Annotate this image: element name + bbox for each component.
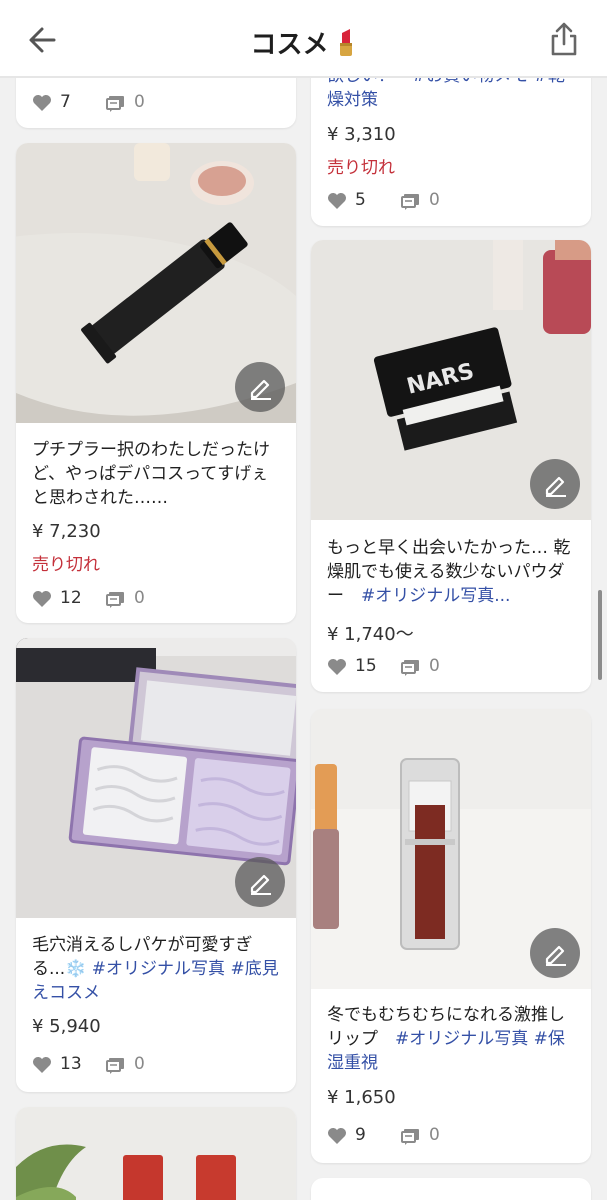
product-image[interactable] <box>16 1107 296 1200</box>
product-image[interactable] <box>16 143 296 423</box>
edit-button[interactable] <box>530 459 580 509</box>
product-description: 冬でもむちむちになれる激推しリップ #オリジナル写真 #保湿重視 <box>327 1003 577 1075</box>
comment-icon[interactable] <box>401 193 421 211</box>
hashtag-link[interactable]: #オリジナル写真... <box>361 586 510 606</box>
heart-icon[interactable] <box>32 590 52 608</box>
pencil-icon <box>250 874 271 895</box>
product-card[interactable] <box>16 1107 296 1200</box>
like-count: 5 <box>355 190 366 210</box>
pencil-icon <box>250 379 271 400</box>
comment-icon[interactable] <box>106 1057 126 1075</box>
header-divider <box>0 76 607 78</box>
edit-button[interactable] <box>235 857 285 907</box>
comment-count: 0 <box>134 588 145 608</box>
heart-icon[interactable] <box>327 658 347 676</box>
page-title-text: コスメ <box>250 30 329 60</box>
like-count: 7 <box>60 92 71 112</box>
product-description: 毛穴消えるしパケが可愛すぎる...❄️ #オリジナル写真 #底見えコスメ <box>32 933 282 1005</box>
comment-count: 0 <box>429 1125 440 1145</box>
product-card[interactable] <box>311 1178 591 1200</box>
lipstick-emoji-icon <box>339 29 352 56</box>
app-header: コスメ <box>0 0 607 76</box>
like-count: 12 <box>60 588 82 608</box>
comment-count: 0 <box>134 92 145 112</box>
heart-icon[interactable] <box>327 1127 347 1145</box>
product-card[interactable]: プチプラー択のわたしだったけど、やっぱデパコスってすげぇと思わされた…… ¥ 7… <box>16 143 296 623</box>
hashtag-link[interactable]: #オリジナル写真 <box>395 1029 528 1049</box>
like-count: 15 <box>355 656 377 676</box>
product-card[interactable]: 冬でもむちむちになれる激推しリップ #オリジナル写真 #保湿重視 ¥ 1,650… <box>311 709 591 1163</box>
heart-icon[interactable] <box>32 94 52 112</box>
comment-icon[interactable] <box>106 591 126 609</box>
soldout-label: 売り切れ <box>32 555 100 575</box>
comment-icon[interactable] <box>106 95 126 113</box>
pencil-icon <box>545 476 566 497</box>
edit-button[interactable] <box>530 928 580 978</box>
soldout-label: 売り切れ <box>327 158 395 178</box>
product-price: ¥ 3,310 <box>327 124 396 145</box>
heart-icon[interactable] <box>327 192 347 210</box>
page-title: コスメ <box>0 24 607 61</box>
like-count: 9 <box>355 1125 366 1145</box>
product-price: ¥ 1,740〜 <box>327 624 414 645</box>
heart-icon[interactable] <box>32 1056 52 1074</box>
scrollbar[interactable] <box>598 590 602 680</box>
product-image[interactable] <box>311 709 591 989</box>
product-price: ¥ 5,940 <box>32 1016 101 1037</box>
product-image[interactable] <box>16 638 296 918</box>
comment-icon[interactable] <box>401 1128 421 1146</box>
product-price: ¥ 1,650 <box>327 1087 396 1108</box>
product-card[interactable]: 毛穴消えるしパケが可愛すぎる...❄️ #オリジナル写真 #底見えコスメ ¥ 5… <box>16 638 296 1092</box>
like-count: 13 <box>60 1054 82 1074</box>
hashtag-link[interactable]: #オリジナル写真 <box>92 959 225 979</box>
product-card[interactable]: NARS もっと早く出会いたかった… 乾燥肌でも使える数少ないパウダー #オリジ… <box>311 240 591 692</box>
product-description: プチプラー択のわたしだったけど、やっぱデパコスってすげぇと思わされた…… <box>32 440 270 508</box>
comment-icon[interactable] <box>401 659 421 677</box>
pencil-icon <box>545 945 566 966</box>
comment-count: 0 <box>429 656 440 676</box>
product-price: ¥ 7,230 <box>32 521 101 542</box>
share-icon[interactable] <box>546 20 582 58</box>
comment-count: 0 <box>134 1054 145 1074</box>
product-description: もっと早く出会いたかった… 乾燥肌でも使える数少ないパウダー #オリジナル写真.… <box>327 536 577 608</box>
comment-count: 0 <box>429 190 440 210</box>
product-image[interactable]: NARS <box>311 240 591 520</box>
edit-button[interactable] <box>235 362 285 412</box>
